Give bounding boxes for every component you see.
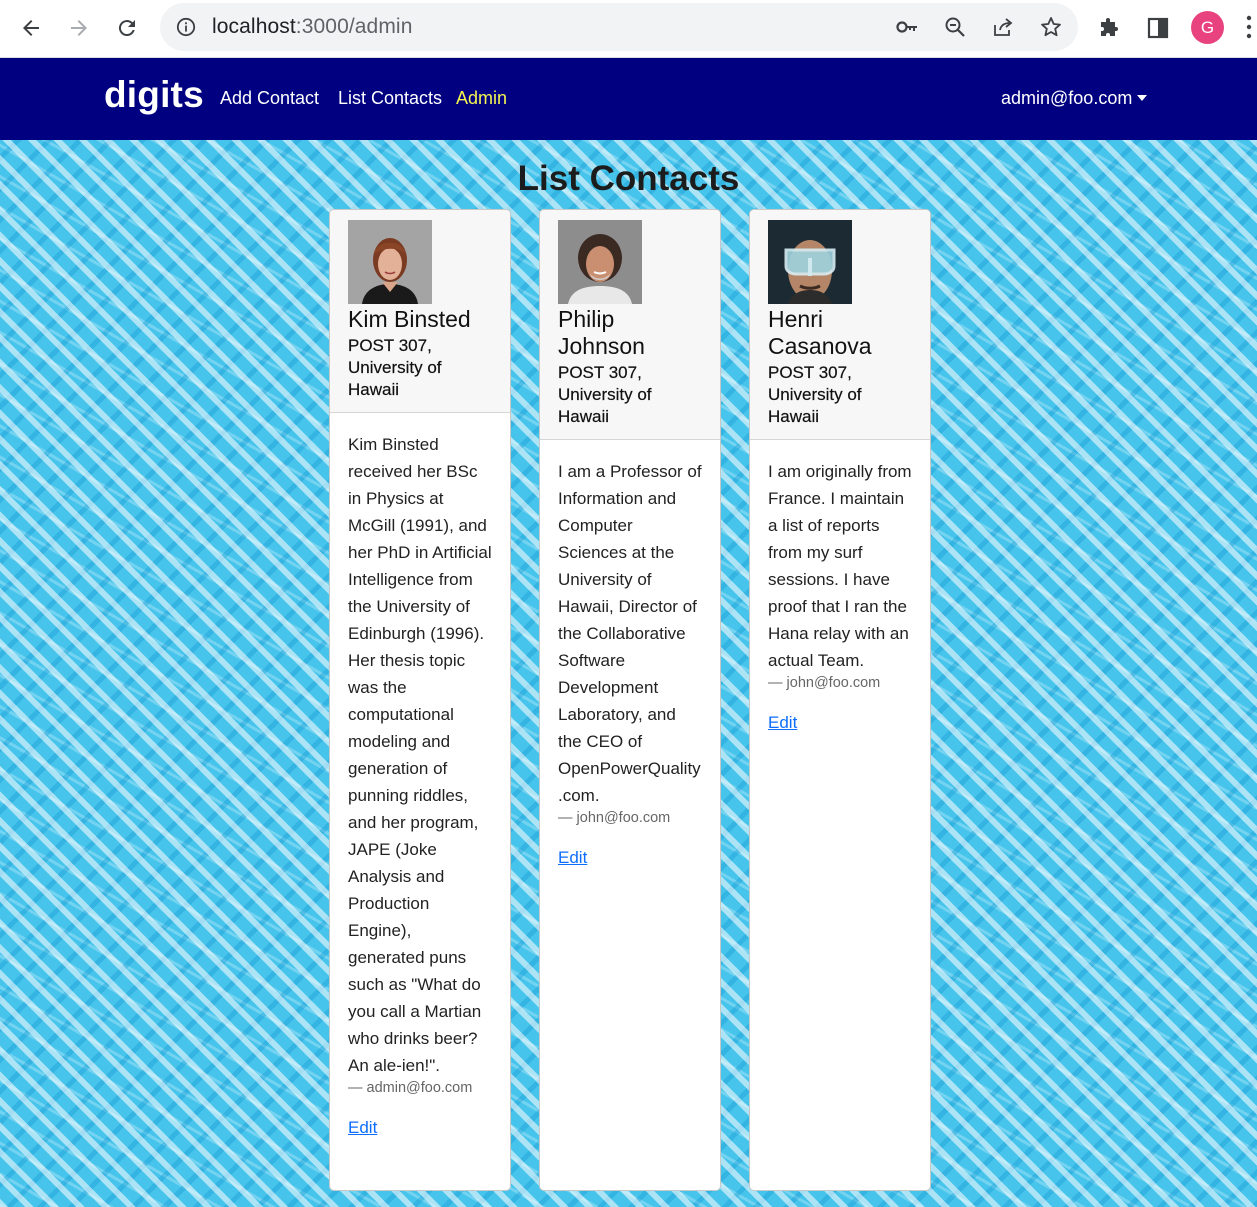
bookmark-button[interactable] — [1036, 12, 1066, 42]
arrow-right-icon — [71, 20, 87, 36]
extensions-button[interactable] — [1092, 10, 1128, 46]
url-path: :3000/admin — [295, 15, 413, 38]
nav-list-contacts[interactable]: List Contacts — [338, 88, 442, 109]
url-text: localhost:3000/admin — [212, 15, 412, 39]
contact-name: Henri Casanova — [768, 306, 872, 359]
side-panel-icon — [1147, 17, 1169, 39]
card-body: Kim Binsted received her BSc in Physics … — [330, 413, 510, 1138]
browser-toolbar: localhost:3000/admin G — [0, 0, 1257, 58]
contact-description: I am originally from France. I maintain … — [768, 462, 912, 670]
contact-owner: — john@foo.com — [768, 675, 881, 691]
contact-address: POST 307, University of Hawaii — [768, 363, 862, 426]
contact-name: Philip Johnson — [558, 306, 645, 359]
brand-logo[interactable]: digits — [104, 74, 204, 116]
contact-photo — [348, 220, 432, 304]
contact-card: Henri Casanova POST 307, University of H… — [749, 209, 931, 1191]
menu-kebab-icon[interactable] — [1244, 14, 1254, 42]
key-icon — [896, 21, 917, 33]
address-bar[interactable]: localhost:3000/admin — [160, 3, 1078, 51]
arrow-left-icon — [23, 20, 39, 36]
puzzle-icon — [1101, 18, 1118, 36]
zoom-button[interactable] — [940, 12, 970, 42]
edit-link[interactable]: Edit — [768, 713, 797, 733]
url-host: localhost — [212, 15, 296, 38]
back-button[interactable] — [12, 9, 50, 47]
user-dropdown[interactable]: admin@foo.com — [1001, 88, 1148, 109]
nav-add-contact[interactable]: Add Contact — [220, 88, 319, 109]
edit-link[interactable]: Edit — [558, 848, 587, 868]
contact-address: POST 307, University of Hawaii — [348, 336, 442, 399]
profile-avatar[interactable]: G — [1191, 11, 1224, 44]
contact-name: Kim Binsted — [348, 306, 471, 332]
share-button[interactable] — [988, 12, 1018, 42]
zoom-out-icon — [945, 17, 965, 37]
contact-address: POST 307, University of Hawaii — [558, 363, 652, 426]
contact-description: I am a Professor of Information and Comp… — [558, 462, 702, 805]
reload-icon — [118, 20, 135, 37]
contact-photo — [768, 220, 852, 304]
user-email: admin@foo.com — [1001, 88, 1133, 108]
contact-owner: — john@foo.com — [558, 810, 671, 826]
caret-down-icon — [1137, 95, 1148, 101]
contact-card: Kim Binsted POST 307, University of Hawa… — [329, 209, 511, 1191]
card-header: Philip Johnson POST 307, University of H… — [540, 210, 720, 440]
contact-owner: — admin@foo.com — [348, 1080, 473, 1096]
reload-button[interactable] — [108, 9, 146, 47]
contact-description: Kim Binsted received her BSc in Physics … — [348, 435, 492, 1075]
site-info-icon[interactable] — [176, 17, 196, 37]
card-body: I am a Professor of Information and Comp… — [540, 440, 720, 868]
forward-button[interactable] — [60, 9, 98, 47]
side-panel-button[interactable] — [1140, 10, 1176, 46]
contact-card: Philip Johnson POST 307, University of H… — [539, 209, 721, 1191]
nav-admin[interactable]: Admin — [456, 88, 507, 109]
password-key-button[interactable] — [892, 12, 922, 42]
card-body: I am originally from France. I maintain … — [750, 440, 930, 733]
share-icon — [994, 18, 1013, 36]
card-header: Henri Casanova POST 307, University of H… — [750, 210, 930, 440]
page-title: List Contacts — [517, 159, 740, 198]
contact-photo — [558, 220, 642, 304]
edit-link[interactable]: Edit — [348, 1118, 377, 1138]
star-icon — [1041, 17, 1061, 37]
card-header: Kim Binsted POST 307, University of Hawa… — [330, 210, 510, 413]
app-navbar: digits Add Contact List Contacts Admin a… — [0, 58, 1257, 140]
